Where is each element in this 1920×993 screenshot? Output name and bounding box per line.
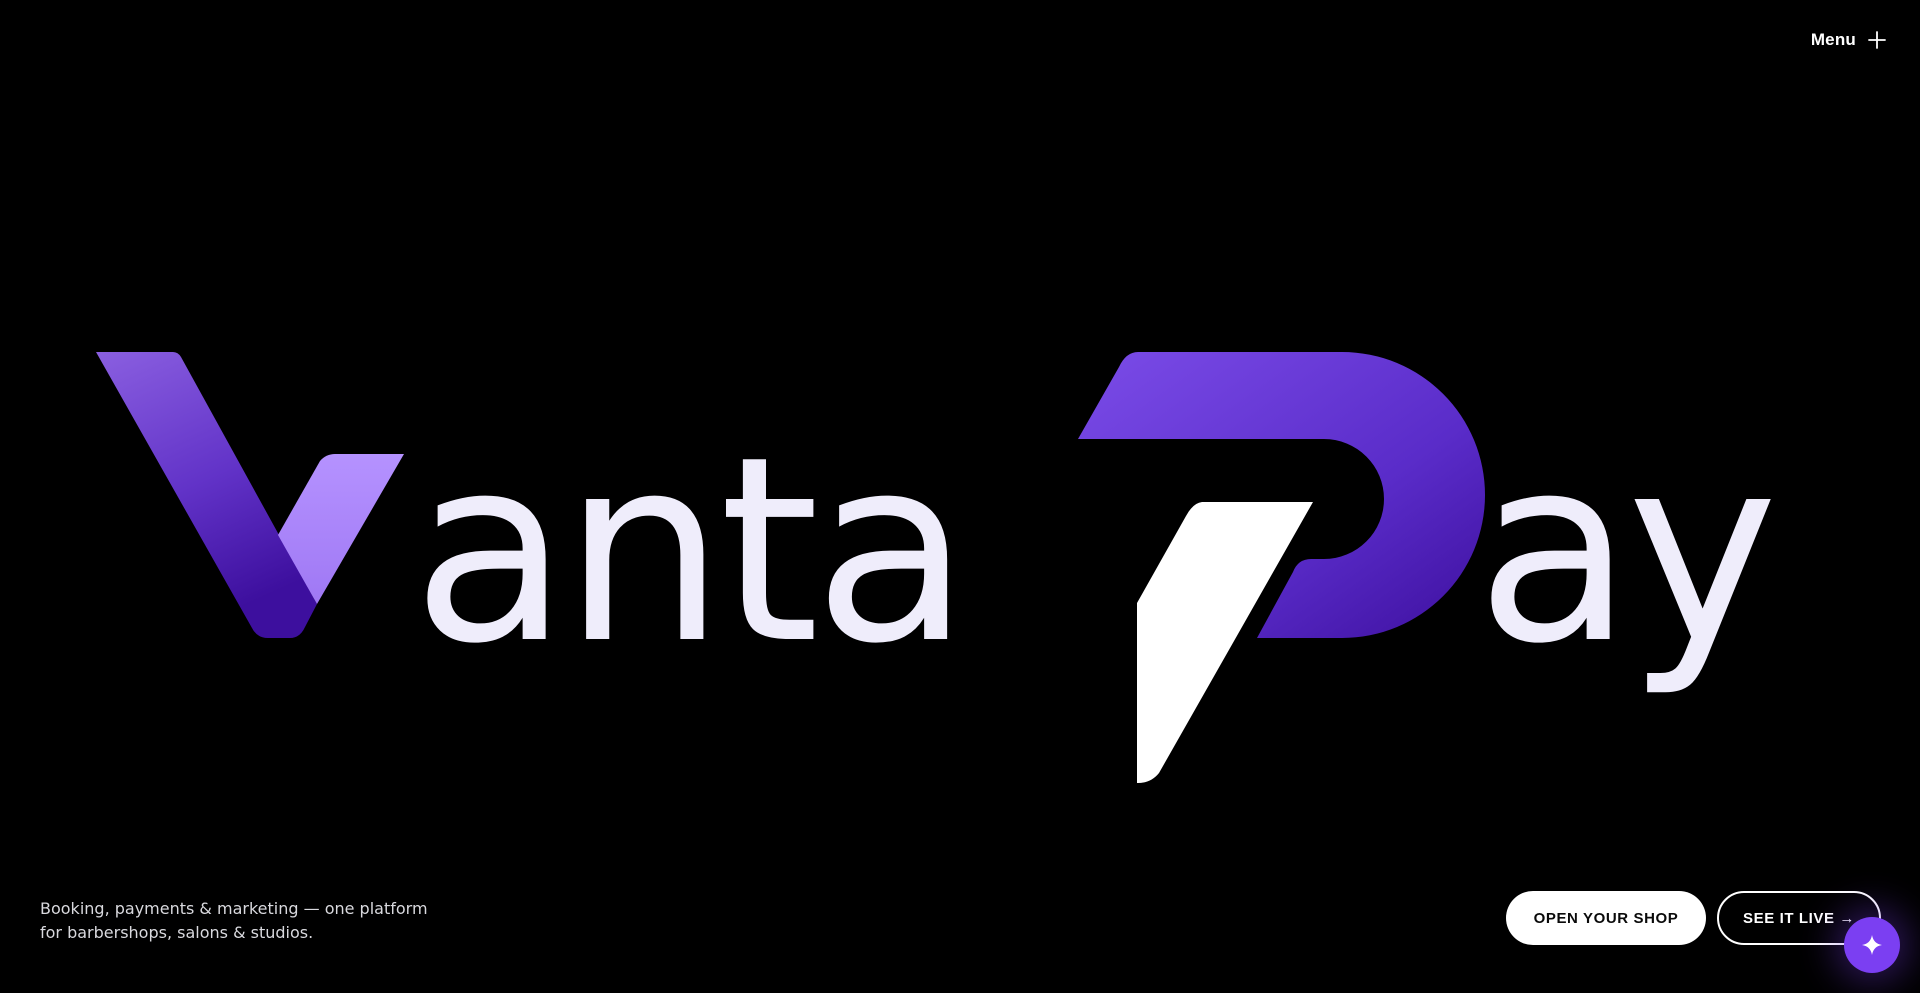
open-your-shop-button[interactable]: OPEN YOUR SHOP [1506, 891, 1706, 945]
logo-p-bowl [1078, 352, 1485, 638]
tagline-line-2: for barbershops, salons & studios. [40, 923, 314, 942]
logo-v-left-stroke [96, 352, 317, 638]
logo-p-glyph [1078, 352, 1485, 783]
logo-v-glyph [96, 352, 404, 638]
tagline-line-1: Booking, payments & marketing — one plat… [40, 899, 428, 918]
brand-wordmark: anta ay [96, 352, 1778, 783]
cta-group: OPEN YOUR SHOP SEE IT LIVE → [1506, 891, 1881, 945]
brand-text-anta: anta [412, 402, 964, 700]
sparkle-icon [1862, 935, 1882, 955]
brand-text-ay: ay [1476, 402, 1772, 700]
tagline: Booking, payments & marketing — one plat… [40, 897, 460, 945]
logo-p-stem [1137, 502, 1313, 783]
assistant-button[interactable] [1844, 917, 1900, 973]
